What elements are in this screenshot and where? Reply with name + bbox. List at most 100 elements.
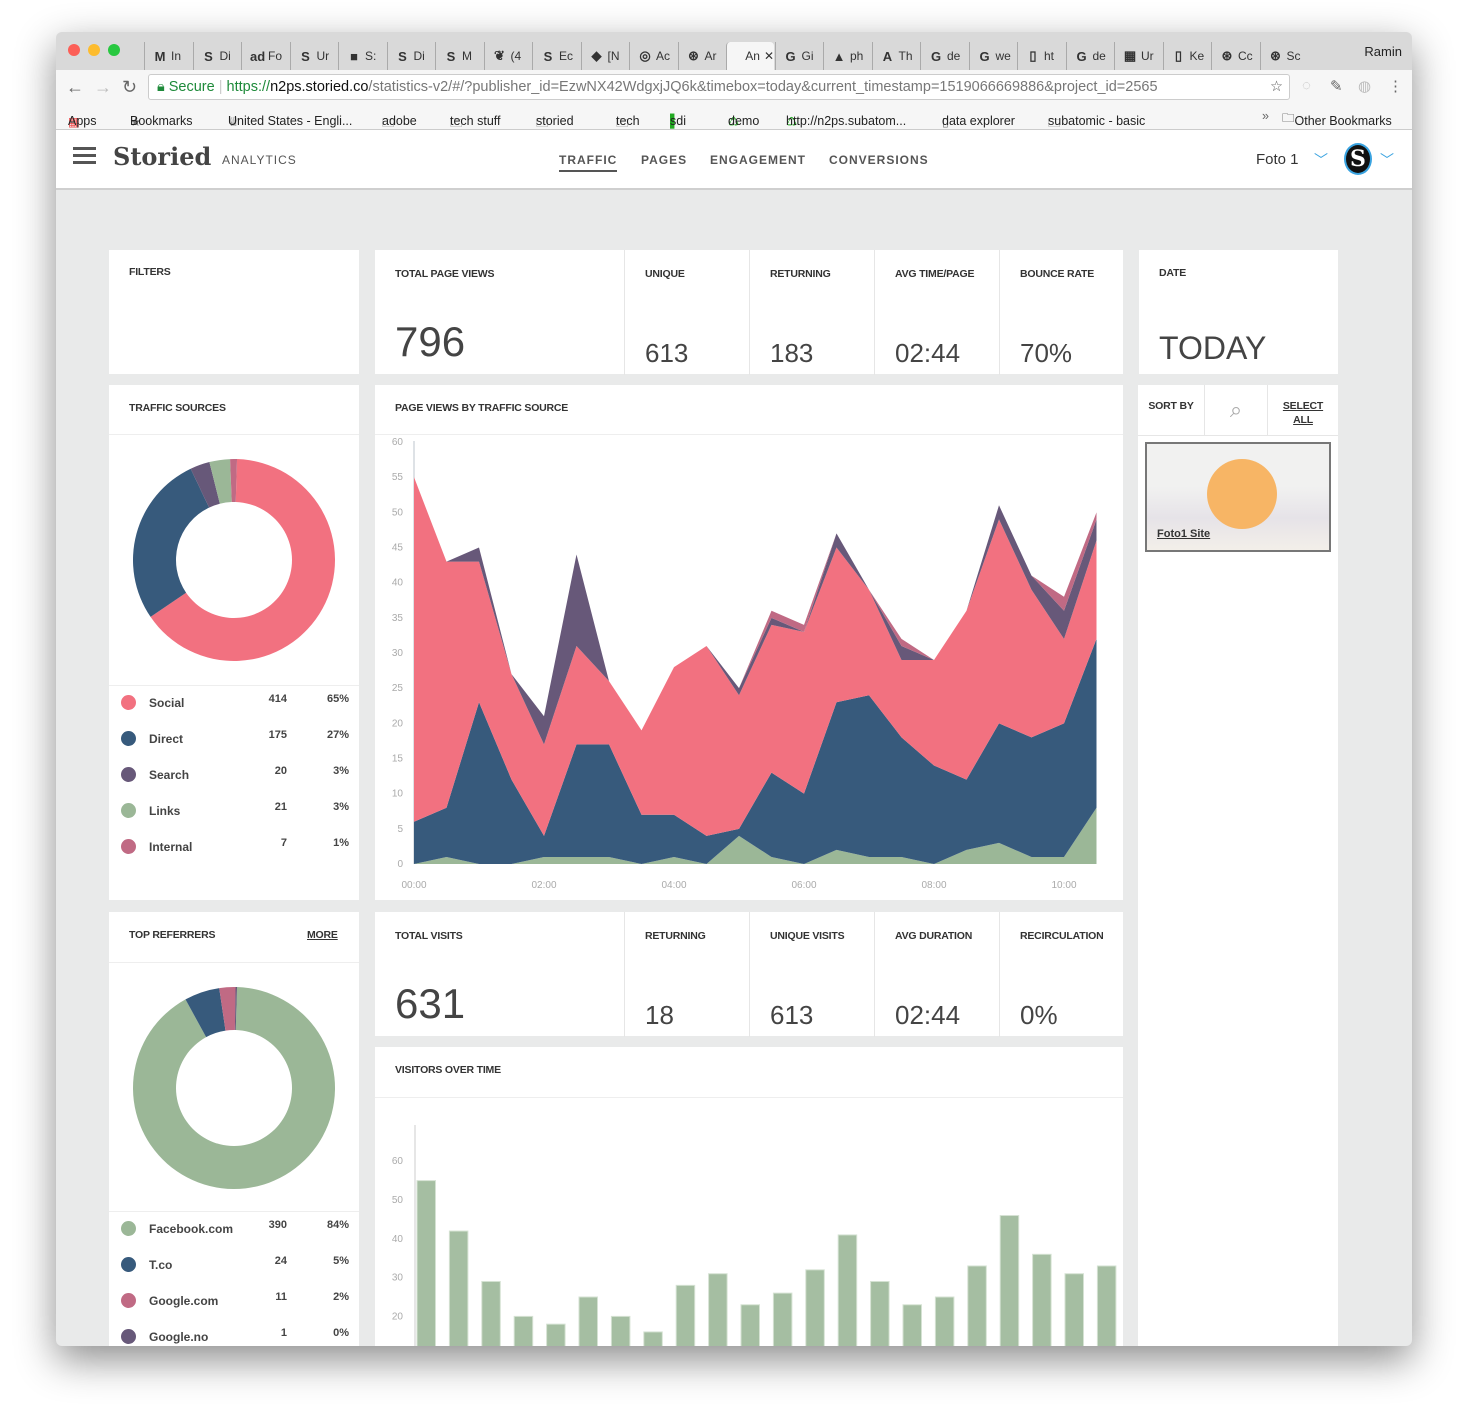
url-field[interactable]: 🔒︎ Secure | https://n2ps.storied.co/stat… — [148, 74, 1290, 100]
tab-favicon-icon: ad — [250, 48, 266, 64]
chevron-down-icon[interactable]: ﹀ — [1314, 150, 1328, 170]
browser-tab[interactable]: ad Fo — [241, 42, 291, 70]
bar[interactable] — [546, 1323, 566, 1346]
y-tick-label: 20 — [392, 718, 404, 729]
site-name[interactable]: Foto1 Site — [1157, 528, 1210, 540]
legend-item[interactable]: Links 21 3% — [121, 801, 349, 821]
nav-tab-conversions[interactable]: CONVERSIONS — [829, 153, 929, 167]
tab-favicon-icon: G — [930, 48, 942, 64]
bar[interactable] — [934, 1296, 955, 1346]
date-card[interactable]: DATE TODAY — [1139, 250, 1338, 374]
bar[interactable] — [772, 1292, 793, 1346]
bar[interactable] — [1064, 1273, 1084, 1346]
bar[interactable] — [675, 1284, 696, 1346]
site-selector[interactable]: Foto 1 — [1256, 151, 1299, 168]
y-tick-label: 0 — [397, 859, 403, 870]
close-window-button[interactable] — [68, 44, 80, 56]
y-tick-label: 10 — [392, 789, 404, 800]
browser-tab[interactable]: An ✕ — [726, 42, 774, 70]
bar[interactable] — [610, 1315, 631, 1346]
search-icon[interactable]: ⌕ — [1204, 385, 1268, 435]
browser-tab[interactable]: ■ S: — [338, 42, 388, 70]
bar[interactable] — [448, 1230, 469, 1346]
bar[interactable] — [1032, 1253, 1052, 1346]
donut-slice-direct[interactable] — [133, 468, 210, 617]
bar[interactable] — [740, 1304, 760, 1346]
bar[interactable] — [999, 1215, 1020, 1346]
bar[interactable] — [513, 1315, 534, 1346]
browser-tab[interactable]: ▦ Ur — [1114, 42, 1164, 70]
legend-item[interactable]: Social 414 65% — [121, 693, 349, 713]
legend-item[interactable]: T.co 24 5% — [121, 1255, 349, 1275]
bar[interactable] — [481, 1280, 501, 1346]
bar[interactable] — [902, 1304, 922, 1346]
back-icon[interactable]: ← — [66, 77, 84, 98]
legend-item[interactable]: Google.no 1 0% — [121, 1327, 349, 1346]
filters-title: FILTERS — [129, 266, 171, 278]
legend-item[interactable]: Google.com 11 2% — [121, 1291, 349, 1311]
forward-icon[interactable]: → — [94, 77, 112, 98]
zoom-window-button[interactable] — [108, 44, 120, 56]
browser-tab[interactable]: ▲ ph — [823, 42, 873, 70]
bar[interactable] — [708, 1273, 728, 1346]
legend-item[interactable]: Facebook.com 390 84% — [121, 1219, 349, 1239]
other-bookmarks[interactable]: 🗀︎ Other Bookmarks — [1282, 109, 1392, 130]
bar[interactable] — [805, 1269, 825, 1346]
extension-icon[interactable]: ◌ — [1302, 77, 1311, 94]
ublock-icon[interactable]: ◍ — [1358, 77, 1371, 95]
legend-swatch — [121, 1257, 136, 1272]
more-bookmarks-icon[interactable]: » — [1262, 109, 1269, 123]
bar[interactable] — [967, 1265, 987, 1346]
browser-tab[interactable]: A Th — [871, 42, 922, 70]
traffic-sources-title: TRAFFIC SOURCES — [129, 402, 226, 414]
bar[interactable] — [643, 1331, 663, 1346]
star-icon[interactable]: ☆ — [1270, 75, 1283, 99]
browser-tab[interactable]: ◆ [N — [580, 42, 631, 70]
browser-tab[interactable]: ⊛ Ar — [677, 42, 728, 70]
browser-tab[interactable]: ▯ Ke — [1162, 42, 1213, 70]
sort-by-button[interactable]: SORT BY — [1138, 399, 1204, 413]
close-tab-icon[interactable]: ✕ — [764, 49, 774, 63]
minimize-window-button[interactable] — [88, 44, 100, 56]
legend-item[interactable]: Search 20 3% — [121, 765, 349, 785]
select-all-button[interactable]: SELECT ALL — [1278, 399, 1328, 427]
kpi-avg-time-page: AVG TIME/PAGE 02:44 — [874, 250, 999, 375]
browser-tab[interactable]: Gde — [1065, 42, 1116, 70]
browser-tab[interactable]: S Di — [386, 42, 437, 70]
nav-tab-engagement[interactable]: ENGAGEMENT — [710, 153, 806, 167]
browser-tab[interactable]: S Ur — [289, 42, 340, 70]
bar[interactable] — [416, 1180, 436, 1346]
profile-name[interactable]: Ramin — [1364, 44, 1402, 59]
menu-icon[interactable]: ⋮ — [1388, 77, 1403, 95]
nav-tab-pages[interactable]: PAGES — [641, 153, 687, 167]
logo[interactable]: Storied — [113, 142, 211, 171]
browser-tab[interactable]: Gde — [920, 42, 970, 70]
browser-tab[interactable]: M In — [144, 42, 194, 70]
hamburger-menu-icon[interactable] — [73, 147, 96, 150]
browser-tab[interactable]: ▯ ht — [1017, 42, 1067, 70]
browser-tab[interactable]: Gwe — [968, 42, 1019, 70]
browser-tab[interactable]: S Di — [192, 42, 243, 70]
bar[interactable] — [870, 1280, 890, 1346]
browser-tab[interactable]: ❦ (4 — [483, 42, 534, 70]
legend-item[interactable]: Direct 175 27% — [121, 729, 349, 749]
avatar[interactable]: S — [1344, 143, 1372, 175]
eyedropper-icon[interactable]: ✎ — [1330, 77, 1343, 95]
more-link[interactable]: MORE — [307, 929, 338, 941]
nav-tab-traffic[interactable]: TRAFFIC — [559, 153, 618, 172]
chevron-down-icon[interactable]: ﹀ — [1380, 150, 1394, 170]
bar[interactable] — [837, 1234, 858, 1346]
tab-favicon-icon: M — [154, 48, 166, 64]
browser-tab[interactable]: ⊛ Sc — [1259, 42, 1310, 70]
reload-icon[interactable]: ↻ — [122, 77, 137, 98]
browser-tab[interactable]: S Ec — [532, 42, 582, 70]
bar[interactable] — [578, 1296, 598, 1346]
tab-title: we — [995, 49, 1011, 63]
browser-tab[interactable]: ⊛ Cc — [1211, 42, 1261, 70]
browser-tab[interactable]: G Gi — [774, 42, 825, 70]
site-card[interactable]: Foto1 Site — [1145, 442, 1331, 552]
bar[interactable] — [1096, 1265, 1117, 1346]
legend-item[interactable]: Internal 7 1% — [121, 837, 349, 857]
browser-tab[interactable]: SM — [435, 42, 485, 70]
browser-tab[interactable]: ◎ Ac — [629, 42, 679, 70]
